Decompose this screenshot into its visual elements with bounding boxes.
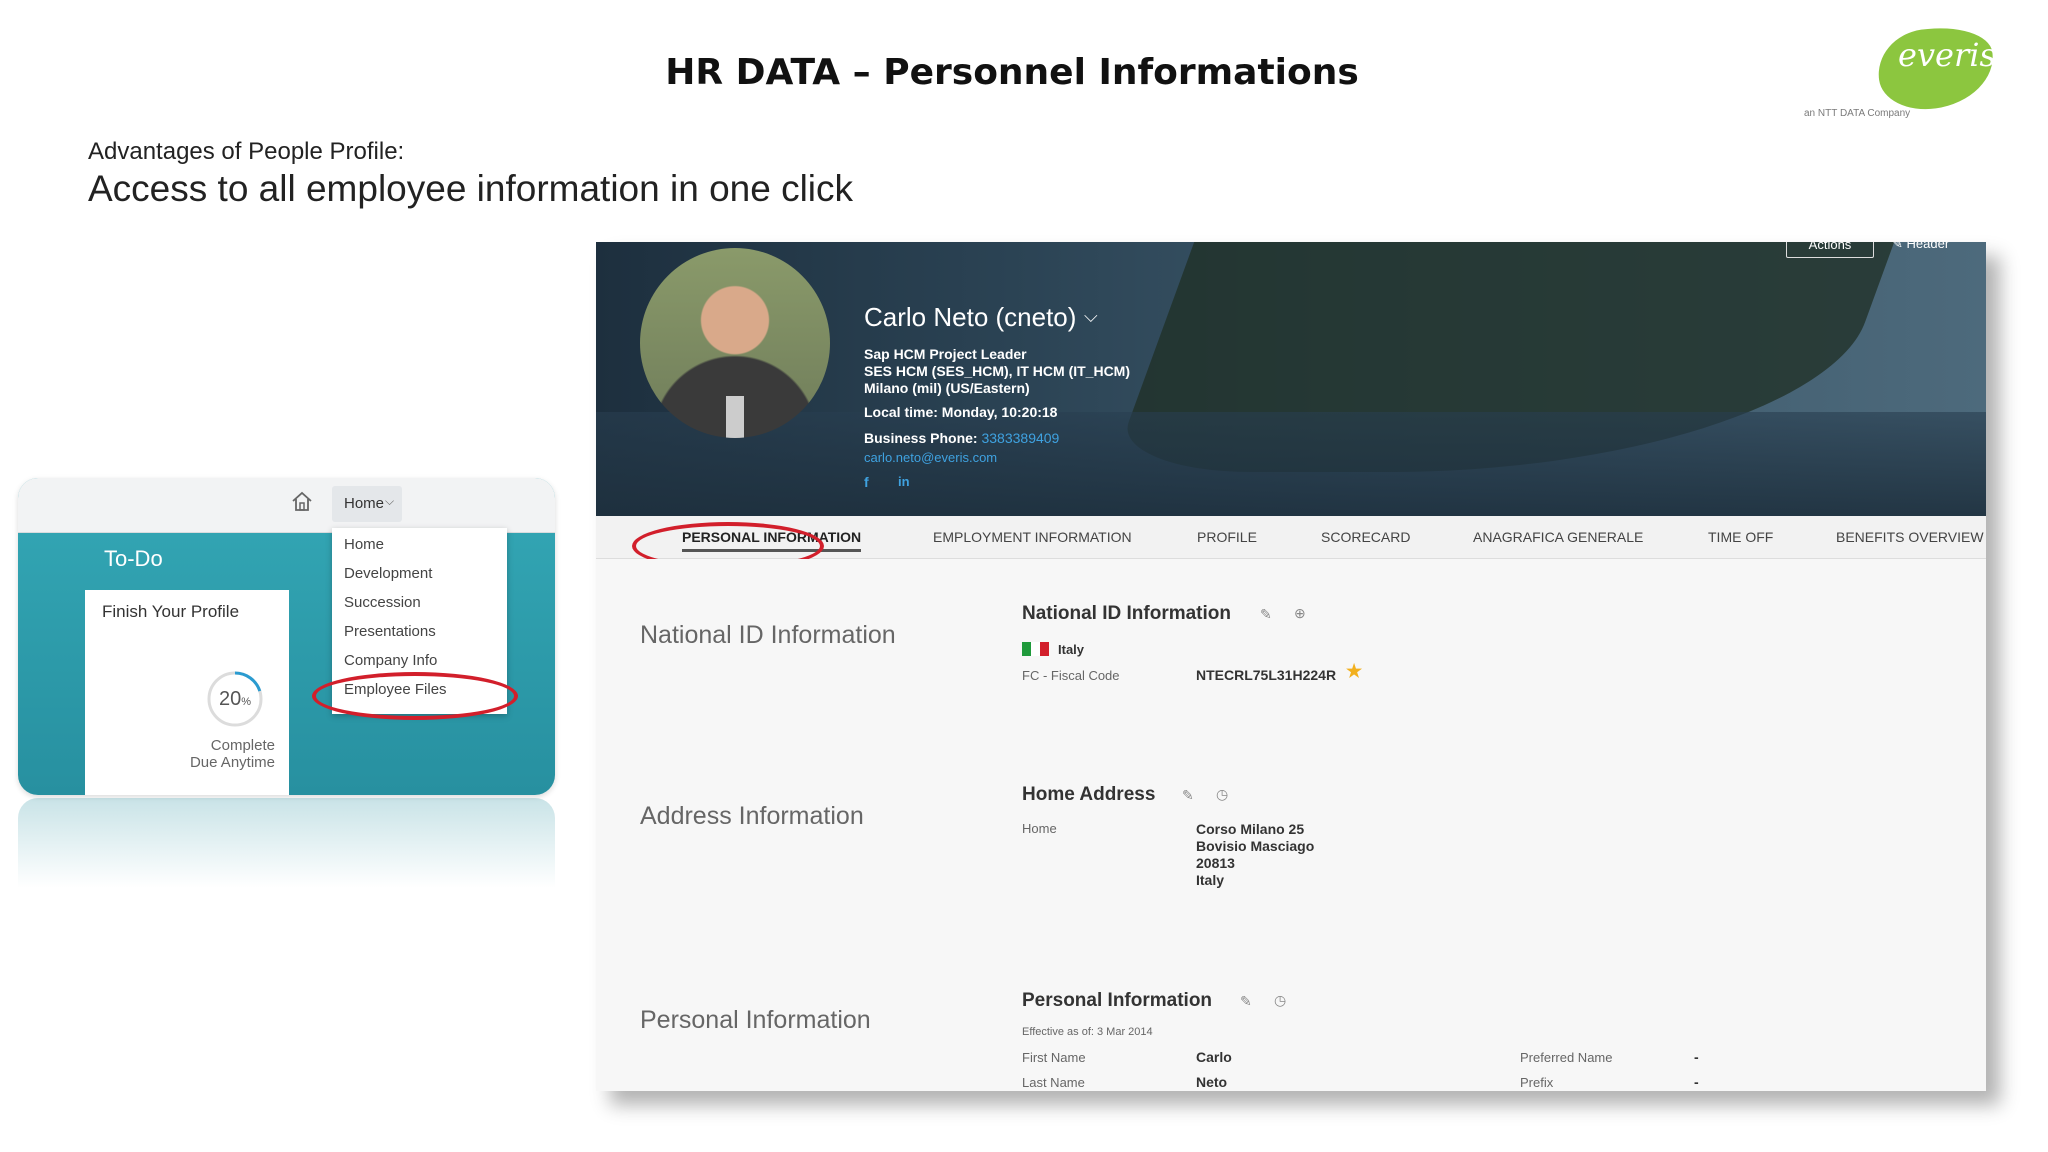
first-name-value: Carlo [1196, 1049, 1232, 1065]
home-menu-button[interactable]: Home ⌵ [332, 486, 402, 522]
avatar[interactable] [640, 248, 830, 438]
chevron-down-icon[interactable]: ⌵ [1084, 306, 1098, 327]
edit-icon[interactable]: ✎ [1240, 993, 1252, 1010]
menu-item-development[interactable]: Development [344, 565, 432, 582]
home-menu-label: Home [344, 495, 385, 512]
actions-button[interactable]: Actions [1786, 242, 1874, 258]
last-name-label: Last Name [1022, 1075, 1085, 1090]
fiscal-code-label: FC - Fiscal Code [1022, 668, 1120, 683]
chevron-down-icon: ⌵ [385, 494, 395, 508]
prefix-label: Prefix [1520, 1075, 1554, 1090]
section-label-address: Address Information [640, 802, 864, 830]
tab-scorecard[interactable]: SCORECARD [1321, 529, 1410, 545]
national-id-section: National ID Information National ID Info… [596, 559, 1986, 733]
tab-employment-information[interactable]: EMPLOYMENT INFORMATION [933, 529, 1132, 545]
prefix-value: - [1694, 1074, 1699, 1090]
todo-title: To-Do [104, 546, 163, 571]
header-button[interactable]: ✎ Header [1892, 242, 1949, 252]
header-background-water [596, 412, 1986, 516]
menu-item-presentations[interactable]: Presentations [344, 623, 436, 640]
location: Milano (mil) (US/Eastern) [864, 380, 1030, 396]
email-link[interactable]: carlo.neto@everis.com [864, 450, 997, 465]
business-phone: Business Phone: 3383389409 [864, 430, 1060, 446]
phone-link[interactable]: 3383389409 [981, 430, 1059, 446]
tab-anagrafica-generale[interactable]: ANAGRAFICA GENERALE [1473, 529, 1643, 545]
fiscal-code-value: NTECRL75L31H224R [1196, 667, 1337, 683]
tab-time-off[interactable]: TIME OFF [1708, 529, 1773, 545]
history-icon[interactable]: ◷ [1274, 992, 1286, 1009]
everis-logo: everis an NTT DATA Company [1800, 20, 2000, 124]
subtitle-large: Access to all employee information in on… [88, 168, 854, 209]
edit-icon[interactable]: ✎ [1260, 606, 1272, 623]
menu-item-home[interactable]: Home [344, 536, 384, 553]
edit-icon: ✎ [1892, 242, 1903, 251]
panel-reflection [18, 798, 555, 888]
last-name-value: Neto [1196, 1074, 1228, 1090]
logo-subtext: an NTT DATA Company [1804, 108, 1911, 119]
italy-flag-icon [1022, 642, 1050, 656]
section-label-personal: Personal Information [640, 1006, 871, 1034]
preferred-name-value: - [1694, 1049, 1699, 1065]
top-navigation-bar: Home ⌵ [18, 478, 555, 533]
profile-tab-bar: PERSONAL INFORMATION EMPLOYMENT INFORMAT… [596, 516, 1986, 570]
job-title: Sap HCM Project Leader [864, 346, 1027, 362]
section-label-national-id: National ID Information [640, 621, 896, 649]
national-id-block-title: National ID Information [1022, 603, 1231, 624]
edit-icon[interactable]: ✎ [1182, 787, 1194, 804]
department: SES HCM (SES_HCM), IT HCM (IT_HCM) [864, 363, 1130, 379]
facebook-icon[interactable]: f [864, 474, 869, 490]
tab-benefits-overview[interactable]: BENEFITS OVERVIEW [1836, 529, 1984, 545]
add-icon[interactable]: ⊕ [1294, 605, 1306, 622]
address-section: Address Information Home Address ✎ ◷ Hom… [596, 732, 1986, 933]
slide-title: HR DATA – Personnel Informations [665, 52, 1359, 93]
effective-date: Effective as of: 3 Mar 2014 [1022, 1026, 1153, 1038]
menu-item-succession[interactable]: Succession [344, 594, 421, 611]
profile-header: Actions ✎ Header Carlo Neto (cneto) ⌵ Sa… [596, 242, 1986, 516]
history-icon[interactable]: ◷ [1216, 786, 1228, 803]
logo-text: everis [1898, 36, 1996, 74]
profile-name: Carlo Neto (cneto) [864, 302, 1077, 332]
home-address-block-title: Home Address [1022, 784, 1156, 805]
star-icon: ★ [1346, 661, 1363, 681]
local-time: Local time: Monday, 10:20:18 [864, 404, 1058, 420]
first-name-label: First Name [1022, 1050, 1086, 1065]
todo-status: Complete Due Anytime [189, 737, 275, 771]
home-icon[interactable] [290, 490, 314, 514]
address-value: Corso Milano 25 Bovisio Masciago 20813 I… [1196, 821, 1315, 888]
people-profile-screenshot: Actions ✎ Header Carlo Neto (cneto) ⌵ Sa… [596, 242, 1986, 1091]
todo-card[interactable]: Finish Your Profile 20% Complete Due Any… [85, 590, 289, 795]
country-value: Italy [1058, 642, 1085, 657]
address-type-label: Home [1022, 821, 1057, 836]
todo-card-title: Finish Your Profile [102, 602, 240, 621]
preferred-name-label: Preferred Name [1520, 1050, 1613, 1065]
employee-files-highlight-circle [312, 672, 518, 720]
personal-information-section: Personal Information Personal Informatio… [596, 932, 1986, 1091]
linkedin-icon[interactable]: in [898, 474, 910, 489]
menu-item-company-info[interactable]: Company Info [344, 652, 437, 669]
subtitle-small: Advantages of People Profile: [88, 138, 405, 165]
personal-info-block-title: Personal Information [1022, 990, 1213, 1011]
tab-profile[interactable]: PROFILE [1197, 529, 1257, 545]
avatar-tie [726, 396, 744, 438]
progress-value: 20% [218, 688, 252, 710]
